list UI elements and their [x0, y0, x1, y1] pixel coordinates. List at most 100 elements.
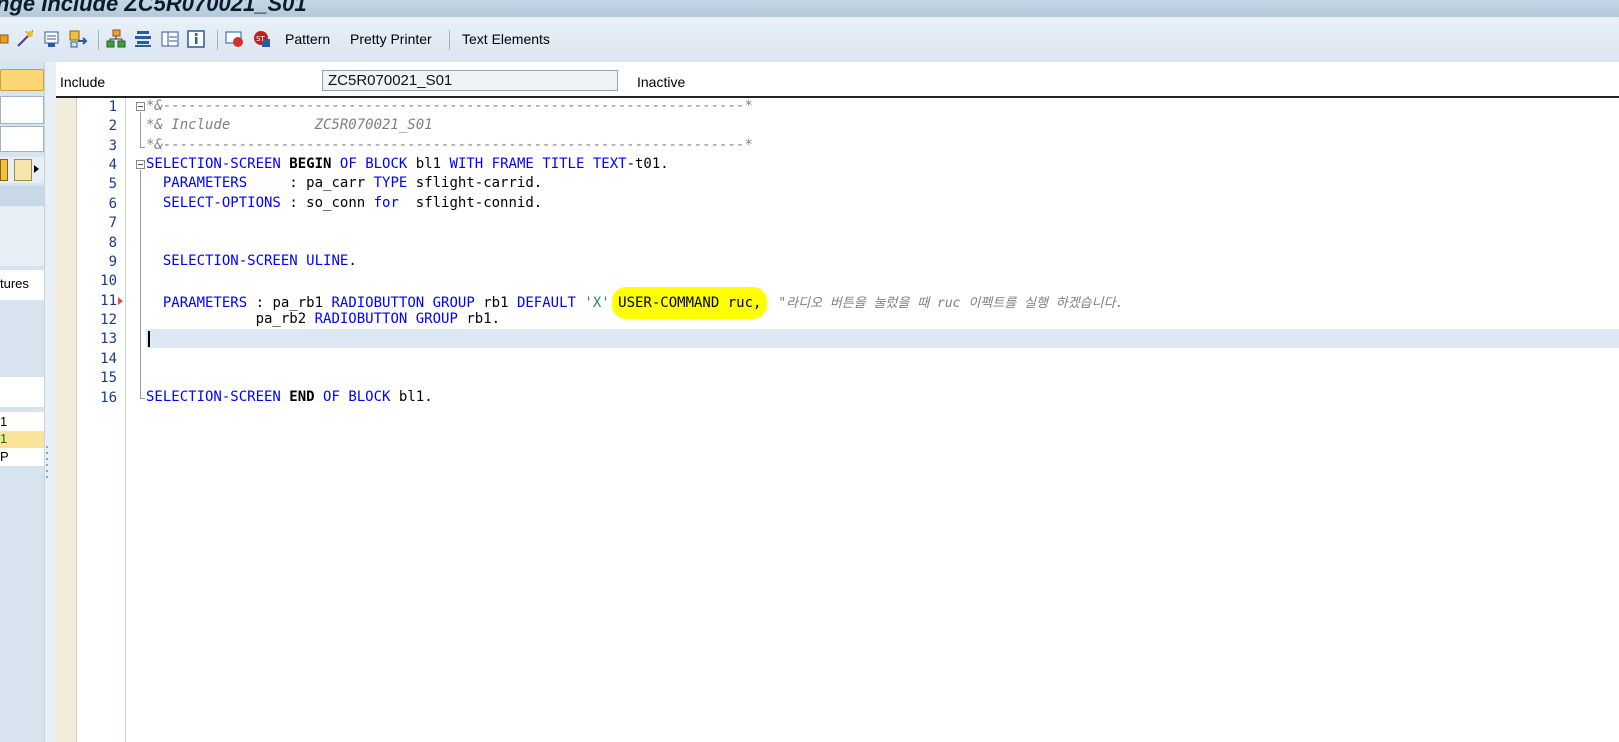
editor-header: Include ZC5R070021_S01 Inactive — [56, 62, 1619, 96]
fold-toggle-icon[interactable] — [136, 160, 145, 169]
keyword-bold: END — [289, 389, 315, 405]
tree-row[interactable]: 1 — [0, 412, 44, 432]
magic-wand-icon[interactable] — [15, 29, 35, 49]
object-type-field[interactable] — [0, 69, 44, 91]
inline-comment: "라디오 버튼을 눌렀을 때 ruc 이펙트를 실행 하겠습니다. — [778, 296, 1124, 311]
line-number: 5 — [108, 176, 117, 192]
include-name-field[interactable]: ZC5R070021_S01 — [322, 70, 618, 91]
splitter-grip — [46, 452, 48, 454]
text-cursor — [148, 331, 150, 347]
activation-status: Inactive — [637, 74, 686, 90]
application-toolbar: ST Pattern Pretty Printer Text Elements — [0, 17, 1619, 63]
tree-row[interactable]: P — [0, 448, 44, 466]
identifier: -t01. — [626, 156, 669, 172]
identifier: sflight-carrid. — [415, 175, 543, 191]
window-title-bar: nge Include ZC5R070021_S01 — [0, 0, 1619, 17]
identifier: . — [348, 253, 357, 269]
tree-row-label: P — [0, 449, 9, 464]
keyword: SELECTION-SCREEN — [146, 156, 281, 172]
pattern-button[interactable]: Pattern — [285, 31, 330, 47]
abap-code-editor[interactable]: 1 2 3 4 5 6 7 8 9 10 11 12 13 14 15 16 *… — [56, 98, 1619, 742]
keyword: GROUP — [432, 295, 475, 311]
keyword: TITLE — [542, 156, 585, 172]
code-line-1: *&--------------------------------------… — [146, 98, 753, 114]
hierarchy-icon[interactable] — [106, 29, 126, 49]
keyword: GROUP — [415, 311, 458, 327]
line-number: 15 — [100, 370, 117, 386]
toolbar-separator — [449, 30, 450, 50]
tree-row[interactable]: tures — [0, 270, 44, 300]
keyword: PARAMETERS — [162, 295, 248, 311]
fold-guide — [140, 112, 141, 148]
navigator-toolbar — [0, 157, 44, 183]
line-number: 16 — [100, 390, 117, 406]
svg-text:ST: ST — [256, 35, 265, 43]
line-number: 6 — [108, 196, 117, 212]
keyword: BLOCK — [348, 389, 391, 405]
code-line-6: SELECT-OPTIONS : so_conn for sflight-con… — [146, 195, 542, 211]
where-used-icon[interactable] — [42, 29, 62, 49]
line-number-gutter — [77, 98, 126, 742]
line-number: 1 — [108, 99, 117, 115]
layout-icon[interactable] — [160, 29, 180, 49]
code-line-9: SELECTION-SCREEN ULINE. — [146, 253, 357, 269]
code-line-4: SELECTION-SCREEN BEGIN OF BLOCK bl1 WITH… — [146, 156, 669, 172]
text-elements-button[interactable]: Text Elements — [462, 31, 550, 47]
window-title: nge Include ZC5R070021_S01 — [0, 0, 307, 16]
session-breakpoint-icon[interactable]: ST — [252, 29, 272, 49]
set-breakpoint-icon[interactable] — [225, 29, 245, 49]
identifier: rb1 — [483, 295, 509, 311]
line-number: 11 — [100, 293, 117, 309]
tree-node-icon[interactable] — [14, 159, 32, 181]
breakpoint-gutter[interactable] — [56, 98, 77, 742]
more-arrow-icon[interactable] — [34, 165, 39, 173]
info-icon[interactable] — [186, 29, 206, 49]
navigator-header — [0, 186, 44, 206]
pretty-printer-button[interactable]: Pretty Printer — [350, 31, 432, 47]
string-literal: 'X' — [584, 295, 610, 311]
tree-row-label: tures — [0, 276, 29, 291]
keyword-bold: BEGIN — [289, 156, 332, 172]
line-number: 4 — [108, 157, 117, 173]
object-navigator-panel: tures 1 1 P — [0, 62, 44, 742]
keyword: DEFAULT — [516, 295, 576, 311]
tree-row[interactable] — [0, 377, 44, 407]
line-number: 12 — [100, 312, 117, 328]
navigate-icon[interactable] — [68, 29, 88, 49]
splitter-grip — [46, 470, 48, 472]
line-number: 9 — [108, 254, 117, 270]
identifier: pa_rb2 — [255, 311, 307, 327]
line-number: 3 — [108, 138, 117, 154]
identifier: bl1. — [398, 389, 433, 405]
code-line-3: *&--------------------------------------… — [146, 137, 753, 153]
object-name-field[interactable] — [0, 96, 44, 124]
line-number: 14 — [100, 351, 117, 367]
fold-guide-end — [140, 398, 145, 399]
keyword: RADIOBUTTON — [314, 311, 408, 327]
keyword: WITH — [449, 156, 484, 172]
activate-icon[interactable] — [0, 29, 16, 49]
tree-row-label: 1 — [0, 431, 8, 446]
fold-guide-end — [140, 147, 145, 148]
collapse-icon[interactable] — [0, 159, 8, 181]
keyword: FRAME — [491, 156, 534, 172]
line-number: 2 — [108, 118, 117, 134]
stack-icon[interactable] — [133, 29, 153, 49]
keyword: SELECTION-SCREEN — [162, 253, 298, 269]
identifier: bl1 — [415, 156, 442, 172]
keyword: TYPE — [373, 175, 408, 191]
identifier: rb1. — [466, 311, 501, 327]
fold-toggle-icon[interactable] — [136, 102, 145, 111]
code-line-12: pa_rb2 RADIOBUTTON GROUP rb1. — [146, 311, 500, 327]
keyword: PARAMETERS — [162, 175, 248, 191]
line-number: 8 — [108, 235, 117, 251]
tree-row-selected[interactable]: 1 — [0, 431, 44, 448]
keyword: RADIOBUTTON — [331, 295, 425, 311]
object-subname-field[interactable] — [0, 126, 44, 152]
keyword: TEXT — [592, 156, 627, 172]
keyword: for — [373, 195, 399, 211]
identifier: : pa_carr — [247, 175, 366, 191]
keyword: OF — [323, 389, 340, 405]
current-line-highlight — [146, 329, 1619, 348]
line-number: 10 — [100, 273, 117, 289]
